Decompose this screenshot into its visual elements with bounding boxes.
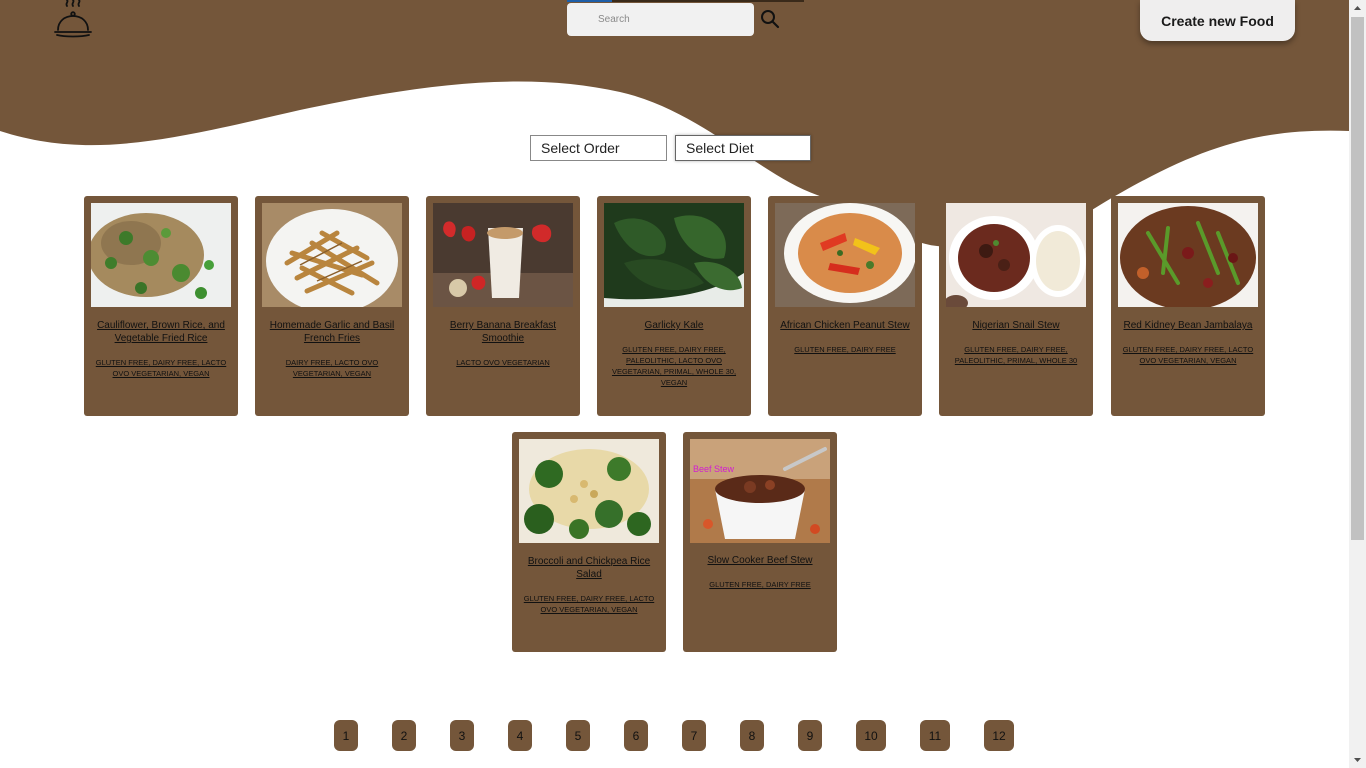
smoothie-photo <box>433 203 573 307</box>
recipe-card[interactable]: Cauliflower, Brown Rice, and Vegetable F… <box>84 196 238 416</box>
recipe-title-link[interactable]: Cauliflower, Brown Rice, and Vegetable F… <box>91 319 231 345</box>
snail-stew-photo <box>946 203 1086 307</box>
recipe-card[interactable]: African Chicken Peanut Stew GLUTEN FREE,… <box>768 196 922 416</box>
search-input[interactable] <box>567 3 754 36</box>
pagination: 1 2 3 4 5 6 7 8 9 10 11 12 <box>0 720 1349 751</box>
recipe-title-link[interactable]: Slow Cooker Beef Stew <box>690 554 830 567</box>
page-button[interactable]: 3 <box>450 720 474 751</box>
cloche-logo-icon[interactable] <box>53 0 93 40</box>
recipe-diets-link[interactable]: GLUTEN FREE, DAIRY FREE, LACTO OVO VEGET… <box>91 357 231 379</box>
recipe-card[interactable]: Beef Stew Slow Cooker Beef Stew GLUTEN F… <box>683 432 837 652</box>
scrollbar-thumb[interactable] <box>1351 17 1364 540</box>
select-diet-dropdown[interactable]: Select Diet <box>675 135 811 161</box>
beef-stew-photo-frame: Beef Stew <box>690 439 830 543</box>
beef-stew-photo <box>690 439 830 543</box>
page-button[interactable]: 10 <box>856 720 886 751</box>
page-button[interactable]: 9 <box>798 720 822 751</box>
beef-stew-photo-caption: Beef Stew <box>693 464 735 474</box>
recipe-diets-link[interactable]: DAIRY FREE, LACTO OVO VEGETARIAN, VEGAN <box>262 357 402 379</box>
recipe-card[interactable]: Nigerian Snail Stew GLUTEN FREE, DAIRY F… <box>939 196 1093 416</box>
recipe-diets-link[interactable]: GLUTEN FREE, DAIRY FREE, LACTO OVO VEGET… <box>519 593 659 615</box>
top-tab-active-indicator <box>567 0 612 2</box>
recipe-diets-link[interactable]: GLUTEN FREE, DAIRY FREE <box>690 579 830 590</box>
recipe-diets-link[interactable]: GLUTEN FREE, DAIRY FREE, PALEOLITHIC, LA… <box>604 344 744 388</box>
create-new-food-button[interactable]: Create new Food <box>1140 0 1295 41</box>
recipe-title-link[interactable]: Broccoli and Chickpea Rice Salad <box>519 555 659 581</box>
filter-bar: Select Order Select Diet <box>530 135 811 161</box>
recipe-card[interactable]: Homemade Garlic and Basil French Fries D… <box>255 196 409 416</box>
recipe-card[interactable]: Berry Banana Breakfast Smoothie LACTO OV… <box>426 196 580 416</box>
page-button[interactable]: 5 <box>566 720 590 751</box>
search-bar <box>567 3 780 36</box>
recipe-title-link[interactable]: African Chicken Peanut Stew <box>775 319 915 332</box>
jambalaya-photo <box>1118 203 1258 307</box>
recipe-card[interactable]: Garlicky Kale GLUTEN FREE, DAIRY FREE, P… <box>597 196 751 416</box>
recipe-title-link[interactable]: Red Kidney Bean Jambalaya <box>1118 319 1258 332</box>
peanut-stew-photo <box>775 203 915 307</box>
broccoli-salad-photo <box>519 439 659 543</box>
recipe-diets-link[interactable]: GLUTEN FREE, DAIRY FREE <box>775 344 915 355</box>
page-button[interactable]: 7 <box>682 720 706 751</box>
recipe-title-link[interactable]: Garlicky Kale <box>604 319 744 332</box>
recipe-title-link[interactable]: Berry Banana Breakfast Smoothie <box>433 319 573 345</box>
scroll-down-arrow-icon[interactable] <box>1349 751 1366 768</box>
search-icon[interactable] <box>759 8 781 30</box>
recipe-diets-link[interactable]: GLUTEN FREE, DAIRY FREE, PALEOLITHIC, PR… <box>946 344 1086 366</box>
scroll-up-arrow-icon[interactable] <box>1349 0 1366 17</box>
recipe-title-link[interactable]: Homemade Garlic and Basil French Fries <box>262 319 402 345</box>
kale-photo <box>604 203 744 307</box>
page-button[interactable]: 2 <box>392 720 416 751</box>
page-button[interactable]: 6 <box>624 720 648 751</box>
french-fries-photo <box>262 203 402 307</box>
recipe-diets-link[interactable]: LACTO OVO VEGETARIAN <box>433 357 573 368</box>
page-button[interactable]: 4 <box>508 720 532 751</box>
page-button[interactable]: 1 <box>334 720 358 751</box>
recipe-card[interactable]: Broccoli and Chickpea Rice Salad GLUTEN … <box>512 432 666 652</box>
recipe-card[interactable]: Red Kidney Bean Jambalaya GLUTEN FREE, D… <box>1111 196 1265 416</box>
fried-rice-photo <box>91 203 231 307</box>
select-order-dropdown[interactable]: Select Order <box>530 135 667 161</box>
recipe-diets-link[interactable]: GLUTEN FREE, DAIRY FREE, LACTO OVO VEGET… <box>1118 344 1258 366</box>
page-button[interactable]: 12 <box>984 720 1014 751</box>
page-button[interactable]: 11 <box>920 720 950 751</box>
page-button[interactable]: 8 <box>740 720 764 751</box>
recipe-title-link[interactable]: Nigerian Snail Stew <box>946 319 1086 332</box>
